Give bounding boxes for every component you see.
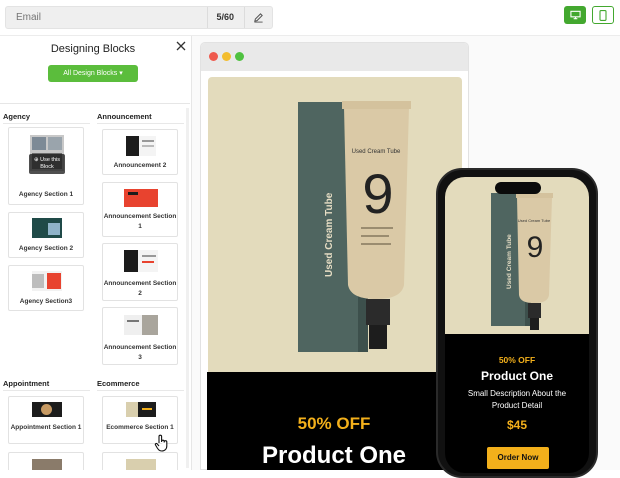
block-thumbnail — [124, 189, 158, 207]
block-thumbnail — [32, 402, 62, 417]
email-subject-input[interactable] — [6, 7, 206, 28]
mobile-product-description: Small Description About the Product Deta… — [467, 389, 567, 410]
tube-number: 9 — [362, 162, 393, 225]
tube-label: Used Cream Tube — [518, 218, 551, 223]
block-thumbnail — [32, 218, 62, 238]
block-thumbnail — [124, 250, 158, 272]
phone-hero-image: Used Cream Tube 9 Used Cream Tube — [445, 177, 589, 334]
category-appointment: Appointment — [3, 379, 50, 388]
phone-notch — [495, 182, 541, 194]
block-card-label: Announcement Section 1 — [103, 213, 177, 230]
close-button[interactable] — [175, 39, 187, 51]
cream-tube-illustration: Used Cream Tube 9 Used Cream Tube — [491, 193, 553, 330]
email-subject-field[interactable]: 5/60 — [5, 6, 273, 29]
block-card-label: Agency Section3 — [19, 298, 73, 305]
block-card-agency-3[interactable]: Agency Section3 — [8, 265, 84, 311]
use-block-overlay[interactable]: ⊕ Use this Block — [29, 154, 65, 174]
promo-section: 50% OFF Product One — [207, 372, 461, 470]
top-toolbar: 5/60 — [0, 0, 620, 36]
block-card-partial[interactable] — [8, 452, 84, 470]
maximize-dot-icon — [235, 52, 244, 61]
block-card-appointment-1[interactable]: Appointment Section 1 — [8, 396, 84, 444]
block-card-label: Ecommerce Section 1 — [106, 424, 174, 431]
block-card-label: Announcement Section 3 — [103, 344, 177, 361]
char-counter: 5/60 — [207, 7, 242, 28]
block-thumbnail — [126, 402, 156, 417]
block-thumbnail — [124, 315, 158, 335]
block-thumbnail — [32, 459, 62, 470]
block-card-label: Agency Section 2 — [18, 245, 74, 252]
box-label: Used Cream Tube — [324, 192, 335, 277]
desktop-view-button[interactable] — [564, 6, 586, 24]
block-thumbnail — [126, 459, 156, 470]
block-card-label: Announcement 2 — [113, 162, 167, 169]
panel-title: Designing Blocks — [50, 43, 136, 55]
block-card-label: Appointment Section 1 — [10, 424, 82, 431]
category-announcement: Announcement — [97, 112, 152, 121]
block-card-agency-1[interactable]: ⊕ Use this Block Agency Section 1 — [8, 127, 84, 205]
mobile-view-button[interactable] — [592, 6, 614, 24]
box-label: Used Cream Tube — [506, 234, 513, 289]
block-card-announcement-section-2[interactable]: Announcement Section 2 — [102, 243, 178, 301]
mobile-product-price: $45 — [506, 418, 528, 432]
pencil-icon — [254, 13, 263, 23]
hand-cursor-icon — [154, 434, 170, 457]
mobile-icon — [599, 9, 607, 21]
cream-tube-illustration: Used Cream Tube 9 Used Cream Tube — [298, 101, 411, 352]
close-icon — [176, 41, 186, 51]
divider — [3, 390, 90, 391]
block-card-agency-2[interactable]: Agency Section 2 — [8, 212, 84, 258]
tube-number: 9 — [527, 231, 544, 264]
desktop-icon — [569, 10, 581, 20]
filter-label: All Design Blocks — [63, 70, 118, 77]
close-dot-icon — [209, 52, 218, 61]
promo-product-title: Product One — [261, 442, 406, 469]
browser-titlebar — [201, 43, 468, 71]
phone-screen: Used Cream Tube 9 Used Cream Tube 50% OF… — [445, 177, 589, 473]
block-card-label: Announcement Section 2 — [103, 280, 177, 297]
block-card-announcement-section-3[interactable]: Announcement Section 3 — [102, 307, 178, 365]
scrollbar[interactable] — [186, 108, 189, 468]
caret-down-icon: ▾ — [119, 70, 123, 77]
block-thumbnail — [126, 136, 156, 156]
block-card-label: Agency Section 1 — [18, 191, 74, 198]
mobile-preview: Used Cream Tube 9 Used Cream Tube 50% OF… — [436, 168, 598, 478]
divider — [0, 103, 190, 104]
block-filter-dropdown[interactable]: All Design Blocks ▾ — [48, 65, 138, 82]
mobile-product-title: Product One — [480, 369, 553, 383]
divider — [97, 123, 184, 124]
product-hero-image: Used Cream Tube 9 Used Cream Tube — [208, 77, 462, 373]
order-now-button[interactable]: Order Now — [487, 447, 549, 469]
mobile-promo-discount: 50% OFF — [498, 355, 536, 365]
divider — [3, 123, 90, 124]
divider — [97, 390, 184, 391]
block-card-announcement-2[interactable]: Announcement 2 — [102, 129, 178, 175]
category-agency: Agency — [3, 112, 31, 121]
block-thumbnail — [32, 271, 62, 291]
category-ecommerce: Ecommerce — [97, 379, 140, 388]
edit-button[interactable] — [244, 7, 272, 28]
design-blocks-panel: Designing Blocks All Design Blocks ▾ Age… — [0, 36, 192, 470]
block-card-announcement-1[interactable]: Announcement Section 1 — [102, 182, 178, 237]
minimize-dot-icon — [222, 52, 231, 61]
promo-discount: 50% OFF — [297, 414, 371, 433]
tube-label: Used Cream Tube — [352, 149, 401, 155]
